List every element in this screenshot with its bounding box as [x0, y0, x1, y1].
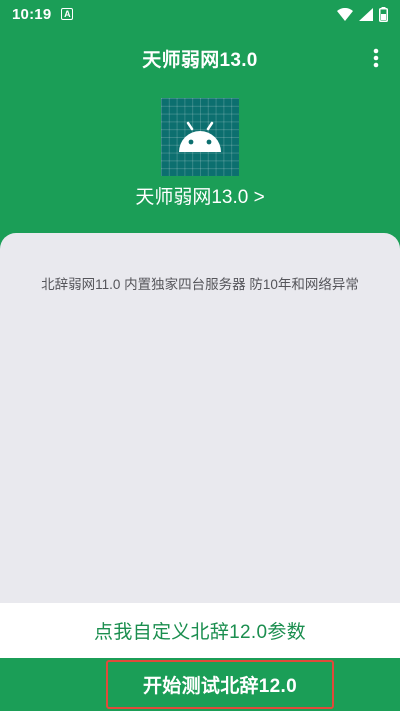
- start-area: 开始测试北辞12.0: [0, 658, 400, 711]
- toolbar: 天师弱网13.0: [0, 28, 400, 88]
- app-icon: [161, 98, 239, 176]
- start-test-label: 开始测试北辞12.0: [143, 676, 297, 697]
- more-vert-icon: [373, 48, 379, 68]
- signal-icon: [359, 7, 373, 21]
- description-text: 北辞弱网11.0 内置独家四台服务器 防10年和网络异常: [41, 277, 359, 292]
- status-right: [337, 6, 388, 22]
- status-time: 10:19: [12, 5, 52, 23]
- toolbar-title: 天师弱网13.0: [142, 49, 258, 71]
- status-bar: 10:19 A: [0, 0, 400, 28]
- custom-params-label: 点我自定义北辞12.0参数: [94, 622, 306, 643]
- start-test-button[interactable]: 开始测试北辞12.0: [106, 660, 334, 709]
- wifi-icon: [337, 7, 353, 21]
- battery-icon: [379, 6, 388, 22]
- status-left: 10:19 A: [12, 5, 74, 23]
- more-options-button[interactable]: [360, 42, 392, 74]
- app-name-link[interactable]: 天师弱网13.0 >: [0, 182, 400, 210]
- content-card: 北辞弱网11.0 内置独家四台服务器 防10年和网络异常: [0, 233, 400, 603]
- a-icon: A: [61, 8, 74, 20]
- custom-params-button[interactable]: 点我自定义北辞12.0参数: [0, 603, 400, 658]
- android-icon: [179, 121, 221, 152]
